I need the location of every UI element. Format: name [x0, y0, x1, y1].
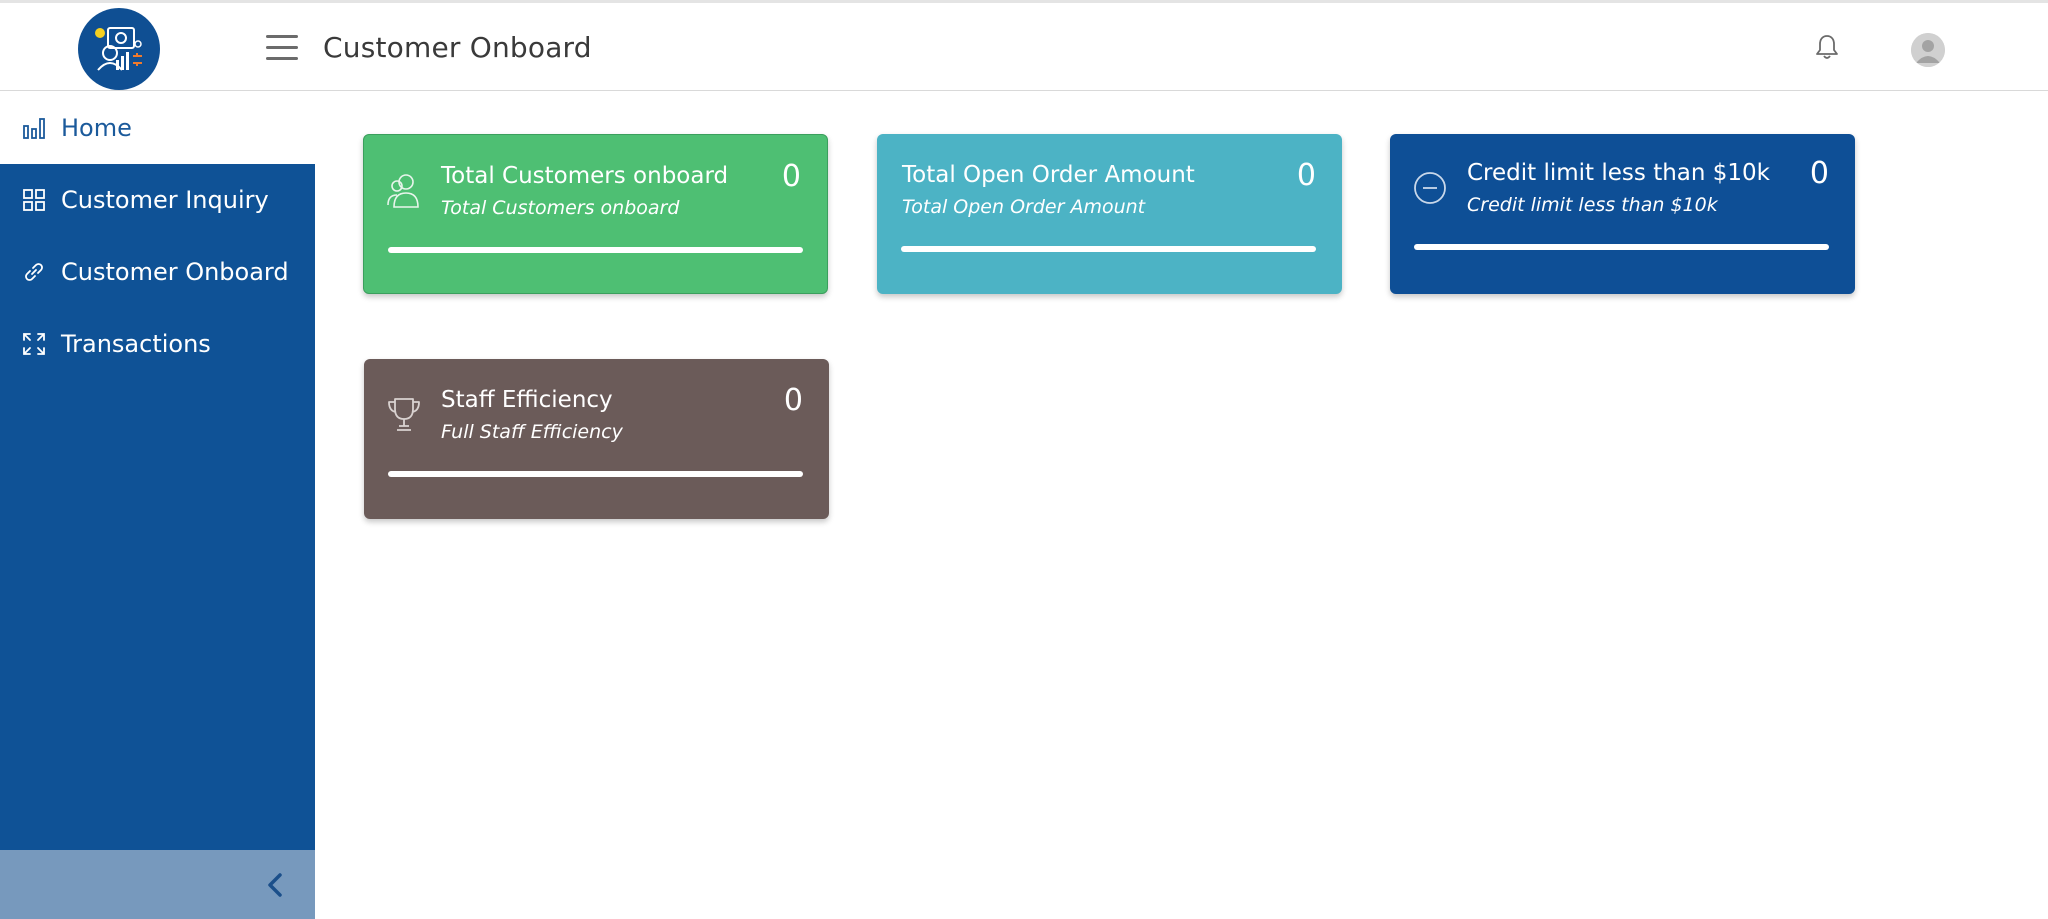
- logo-illustration-icon: [95, 27, 142, 71]
- sidebar-item-label: Customer Onboard: [61, 258, 289, 286]
- page-title: Customer Onboard: [323, 31, 592, 64]
- sidebar-item-customer-inquiry[interactable]: Customer Inquiry: [0, 164, 315, 236]
- card-title: Staff Efficiency: [441, 387, 613, 413]
- card-value: 0: [781, 159, 801, 194]
- expand-icon: [20, 330, 48, 358]
- stat-card-credit-limit[interactable]: Credit limit less than $10k Credit limit…: [1390, 134, 1855, 294]
- notification-bell-icon[interactable]: [1814, 33, 1840, 61]
- card-subtitle: Full Staff Efficiency: [441, 421, 623, 443]
- sidebar-item-customer-onboard[interactable]: Customer Onboard: [0, 236, 315, 308]
- grid-icon: [20, 186, 48, 214]
- sidebar-collapse-button[interactable]: [0, 850, 315, 919]
- card-progress-bar: [1414, 244, 1829, 250]
- stat-card-total-customers[interactable]: Total Customers onboard Total Customers …: [363, 134, 828, 294]
- trophy-icon: [386, 395, 422, 435]
- sidebar-item-label: Transactions: [61, 330, 211, 358]
- card-subtitle: Total Open Order Amount: [902, 196, 1146, 218]
- card-subtitle: Total Customers onboard: [441, 197, 680, 219]
- card-title: Credit limit less than $10k: [1467, 160, 1770, 186]
- sidebar-item-transactions[interactable]: Transactions: [0, 308, 315, 380]
- card-value: 0: [783, 383, 803, 418]
- chevron-left-icon: [268, 873, 282, 897]
- card-value: 0: [1296, 158, 1316, 193]
- minus-circle-icon: [1412, 170, 1448, 210]
- users-icon: [386, 171, 422, 211]
- app-logo[interactable]: [78, 8, 160, 90]
- card-progress-bar: [901, 246, 1316, 252]
- stat-card-open-order-amount[interactable]: Total Open Order Amount Total Open Order…: [877, 134, 1342, 294]
- card-value: 0: [1809, 156, 1829, 191]
- sidebar: Home Customer Inquiry Customer Onboard T…: [0, 92, 315, 919]
- app-header: Customer Onboard: [0, 3, 2048, 91]
- bar-chart-icon: [20, 114, 48, 142]
- sidebar-item-label: Home: [61, 114, 132, 142]
- card-title: Total Open Order Amount: [902, 162, 1195, 188]
- link-icon: [20, 258, 48, 286]
- hamburger-menu-icon[interactable]: [266, 35, 298, 61]
- sidebar-item-label: Customer Inquiry: [61, 186, 269, 214]
- card-progress-bar: [388, 471, 803, 477]
- card-title: Total Customers onboard: [441, 163, 729, 189]
- card-subtitle: Credit limit less than $10k: [1467, 194, 1718, 216]
- stat-card-staff-efficiency[interactable]: Staff Efficiency Full Staff Efficiency 0: [364, 359, 829, 519]
- card-progress-bar: [388, 247, 803, 253]
- user-avatar-icon[interactable]: [1911, 33, 1945, 67]
- sidebar-item-home[interactable]: Home: [0, 92, 315, 164]
